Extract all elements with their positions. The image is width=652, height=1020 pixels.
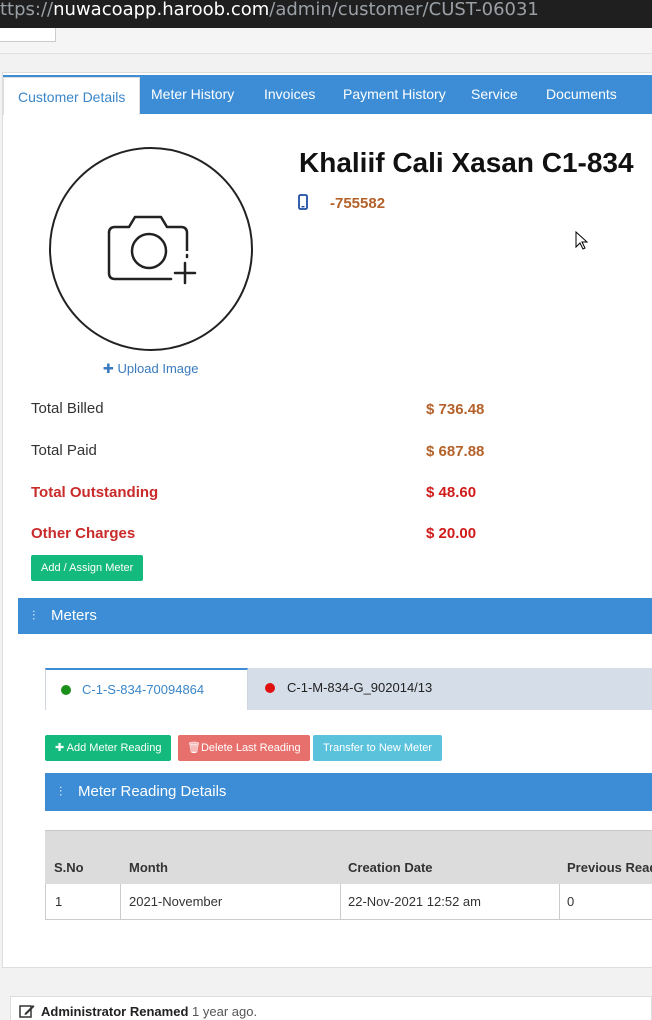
column-header: Previous Read bbox=[567, 860, 652, 875]
camera-add-icon bbox=[107, 215, 197, 285]
meter-reading-header: ⫶ Meter Reading Details bbox=[45, 773, 652, 811]
activity-action: Renamed bbox=[129, 1004, 189, 1019]
delete-last-reading-button[interactable]: 🗑Delete Last Reading bbox=[178, 735, 310, 761]
total-outstanding-value: $ 48.60 bbox=[426, 484, 477, 501]
inactive-status-dot bbox=[265, 683, 275, 693]
delete-reading-label: Delete Last Reading bbox=[200, 742, 301, 754]
table-row: 1 2021-November 22-Nov-2021 12:52 am 0 bbox=[45, 884, 652, 920]
meter-tab-label: C-1-S-834-70094864 bbox=[82, 682, 205, 697]
activity-time: 1 year ago. bbox=[192, 1004, 258, 1019]
upload-image-label: Upload Image bbox=[117, 361, 199, 376]
meter-tab-c1s[interactable]: C-1-S-834-70094864 bbox=[45, 668, 248, 710]
tab-meter-history[interactable]: Meter History bbox=[151, 75, 234, 114]
add-meter-reading-button[interactable]: ✚ Add Meter Reading bbox=[45, 735, 172, 761]
total-billed-label: Total Billed bbox=[31, 400, 104, 417]
upload-image-link[interactable]: ✚ Upload Image bbox=[103, 361, 198, 377]
mouse-cursor-icon bbox=[575, 231, 589, 250]
top-stub-element bbox=[0, 28, 56, 42]
cell-creation-date: 22-Nov-2021 12:52 am bbox=[348, 894, 481, 909]
add-assign-meter-button[interactable]: Add / Assign Meter bbox=[31, 555, 144, 581]
tab-customer-details[interactable]: Customer Details bbox=[3, 77, 141, 115]
cell-previous-read: 0 bbox=[567, 894, 575, 909]
url-text[interactable]: ttps://nuwacoapp.haroob.com/admin/custom… bbox=[0, 0, 539, 28]
activity-log-item: Administrator Renamed 1 year ago. bbox=[10, 996, 652, 1020]
column-header: Month bbox=[129, 860, 168, 875]
table-header-row: S.No Month Creation Date Previous Read bbox=[45, 830, 652, 884]
transfer-new-meter-button[interactable]: Transfer to New Meter bbox=[313, 735, 443, 761]
total-paid-label: Total Paid bbox=[31, 442, 97, 459]
url-path: /admin/customer/CUST-06031 bbox=[269, 0, 539, 20]
total-billed-value: $ 736.48 bbox=[426, 401, 485, 418]
browser-url-bar[interactable]: ttps://nuwacoapp.haroob.com/admin/custom… bbox=[0, 0, 652, 28]
plus-icon: ✚ bbox=[103, 361, 114, 376]
plus-icon: ✚ bbox=[55, 742, 65, 754]
other-charges-label: Other Charges bbox=[31, 525, 136, 542]
activity-text: Administrator Renamed 1 year ago. bbox=[41, 1004, 257, 1019]
cell-month: 2021-November bbox=[129, 894, 223, 909]
tab-payment-history[interactable]: Payment History bbox=[343, 75, 446, 114]
column-header: Creation Date bbox=[348, 860, 433, 875]
activity-actor: Administrator bbox=[41, 1004, 127, 1019]
meter-reading-title: Meter Reading Details bbox=[78, 783, 227, 800]
customer-panel: Customer Details Meter History Invoices … bbox=[2, 72, 652, 968]
total-outstanding-label: Total Outstanding bbox=[31, 484, 159, 501]
meters-title: Meters bbox=[51, 607, 97, 624]
other-charges-value: $ 20.00 bbox=[426, 525, 477, 542]
edit-icon bbox=[19, 1005, 35, 1018]
meter-tabs: C-1-S-834-70094864 C-1-M-834-G_902014/13 bbox=[45, 668, 652, 710]
sliders-icon: ⫶ bbox=[32, 608, 36, 623]
column-header: S.No bbox=[54, 860, 84, 875]
trash-icon: 🗑 bbox=[187, 742, 201, 754]
tab-invoices[interactable]: Invoices bbox=[264, 75, 315, 114]
active-status-dot bbox=[61, 685, 71, 695]
meter-tab-label: C-1-M-834-G_902014/13 bbox=[287, 680, 433, 695]
meters-header: ⫶ Meters bbox=[18, 598, 652, 634]
customer-tabs: Customer Details Meter History Invoices … bbox=[3, 75, 652, 115]
meter-tab-c1m[interactable]: C-1-M-834-G_902014/13 bbox=[263, 668, 432, 710]
tab-service[interactable]: Service bbox=[471, 75, 518, 114]
tab-documents[interactable]: Documents bbox=[546, 75, 617, 114]
add-reading-label: Add Meter Reading bbox=[66, 742, 162, 754]
customer-name: Khaliif Cali Xasan C1-834 bbox=[299, 147, 634, 178]
url-host: nuwacoapp.haroob.com bbox=[53, 0, 270, 20]
cell-sno: 1 bbox=[55, 894, 63, 909]
mobile-phone-icon bbox=[298, 194, 308, 210]
url-scheme: ttps:// bbox=[0, 0, 54, 20]
total-paid-value: $ 687.88 bbox=[426, 443, 485, 460]
page-top-strip bbox=[0, 28, 652, 54]
sliders-icon: ⫶ bbox=[59, 784, 63, 799]
customer-phone: -755582 bbox=[330, 195, 386, 212]
avatar[interactable] bbox=[49, 147, 253, 351]
